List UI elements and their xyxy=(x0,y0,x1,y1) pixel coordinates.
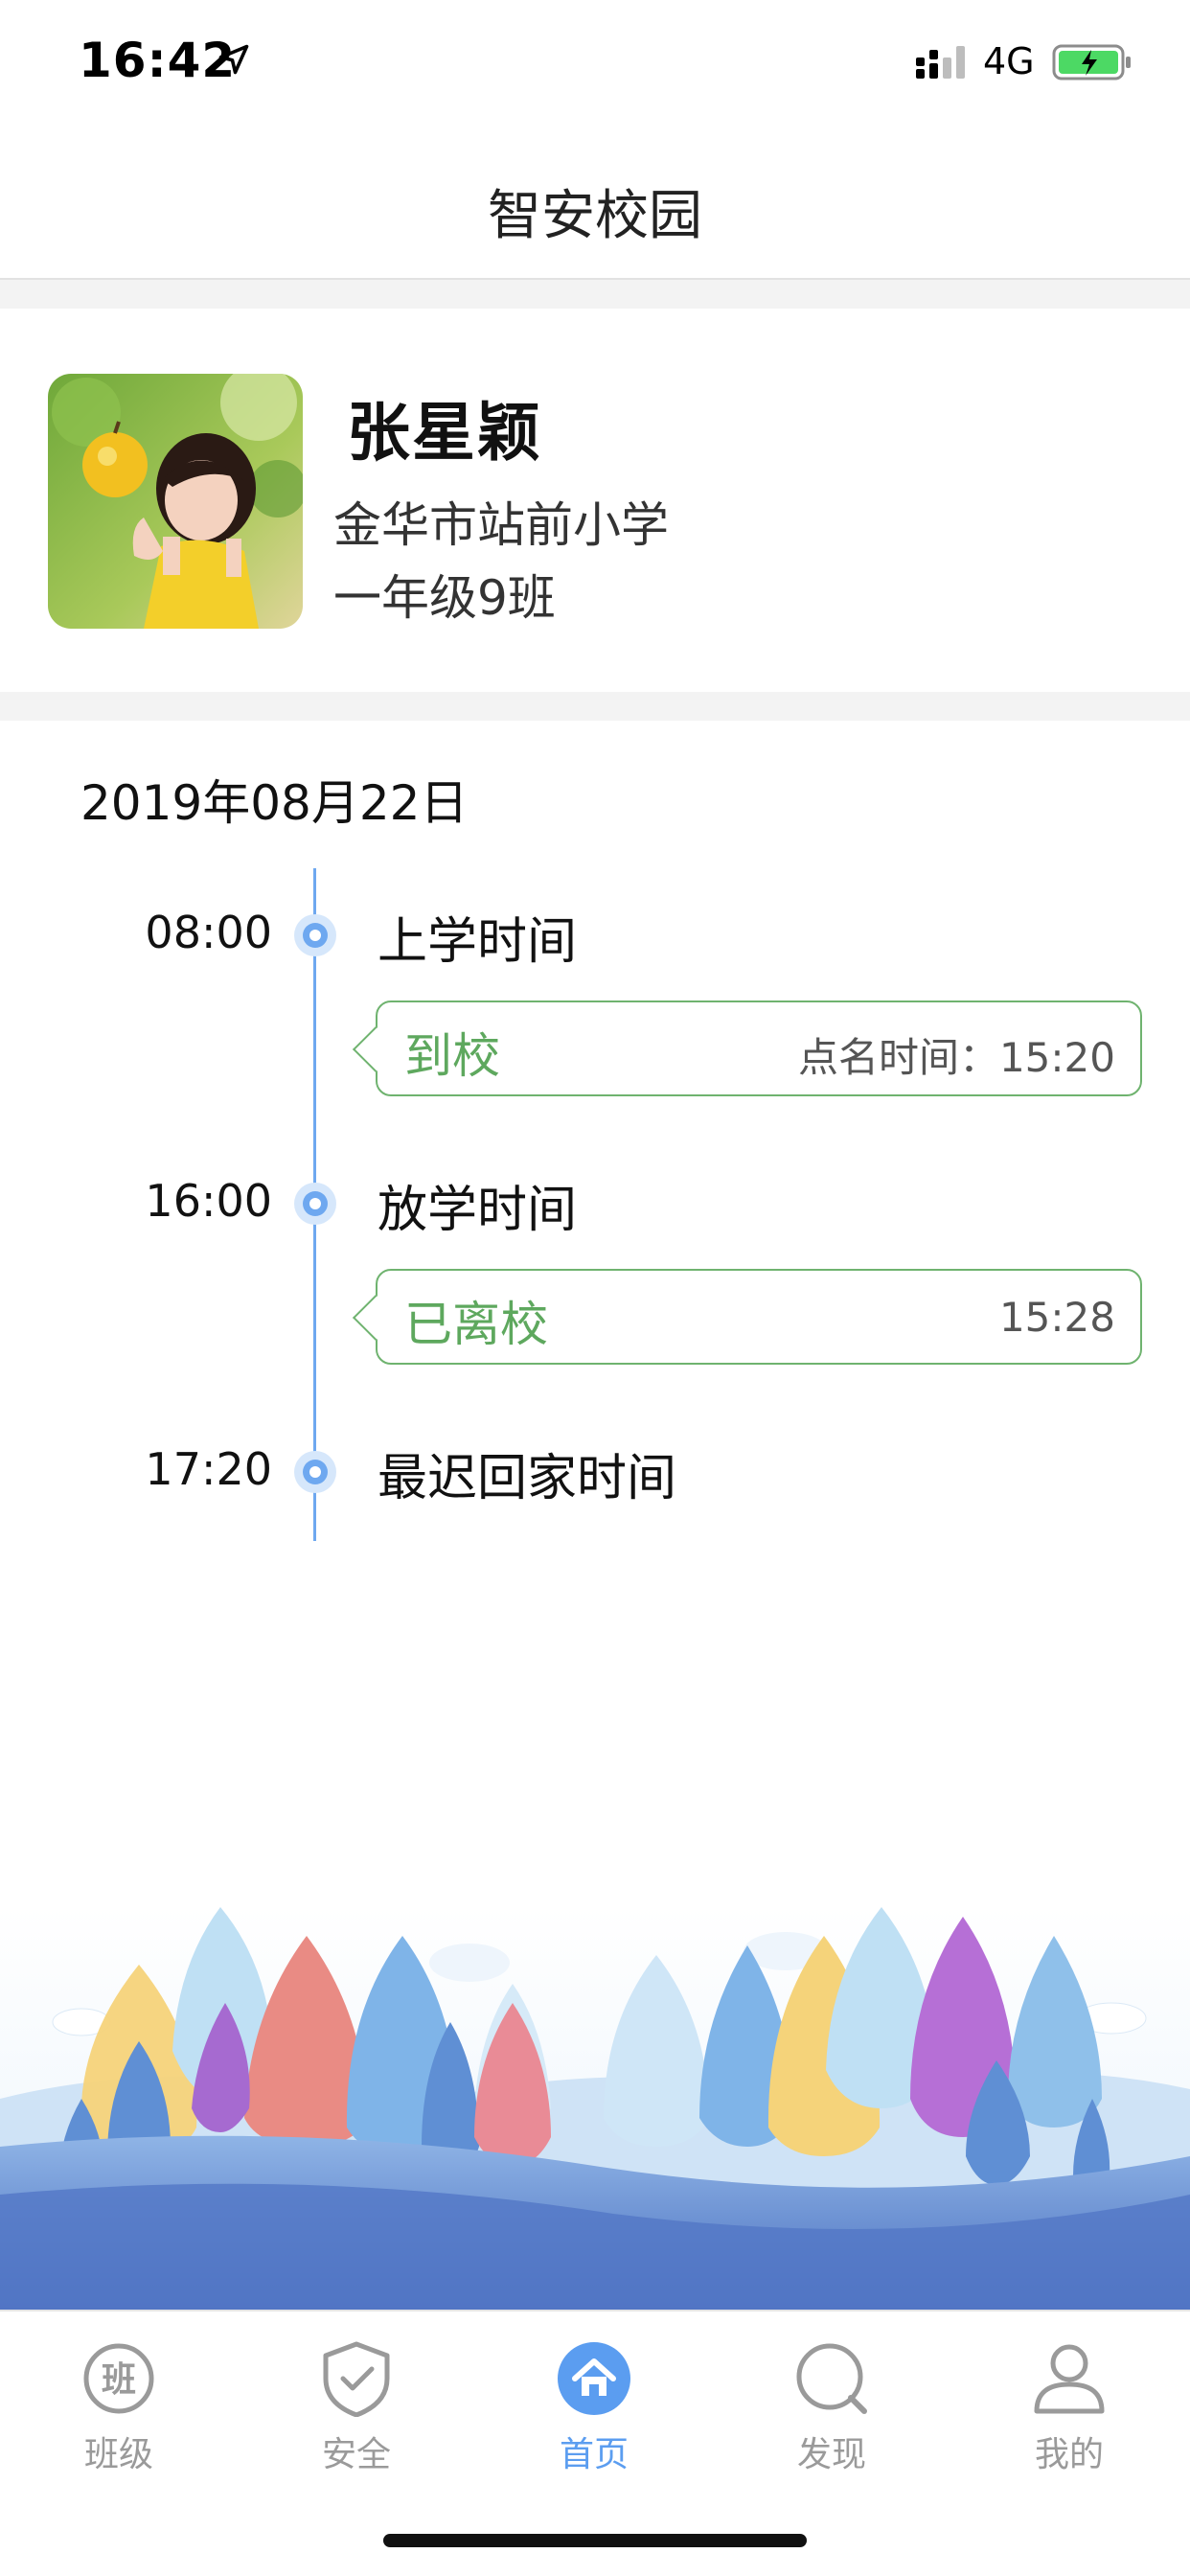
timeline-time: 16:00 xyxy=(145,1175,272,1227)
profile-icon xyxy=(1034,2344,1105,2414)
tab-mine[interactable]: 我的 xyxy=(973,2331,1165,2484)
tab-label: 发现 xyxy=(796,2435,866,2474)
discover-icon xyxy=(796,2343,867,2414)
student-name: 张星颖 xyxy=(347,396,542,470)
timeline-time: 08:00 xyxy=(145,907,272,958)
tab-discover[interactable]: 发现 xyxy=(736,2331,927,2484)
status-bar: 16:42 4G xyxy=(0,0,1190,126)
shield-check-icon xyxy=(323,2341,390,2417)
tab-label: 首页 xyxy=(559,2435,629,2474)
timeline-dot-icon xyxy=(294,1451,336,1493)
class-name: 一年级9班 xyxy=(333,570,556,626)
timeline-time: 17:20 xyxy=(145,1443,272,1495)
status-time: 16:42 xyxy=(79,33,237,88)
network-type: 4G xyxy=(983,40,1035,82)
attendance-date: 2019年08月22日 xyxy=(80,775,469,831)
bubble-tail xyxy=(352,1294,400,1342)
timeline-label: 上学时间 xyxy=(378,913,578,971)
section-gap xyxy=(0,280,1190,309)
tab-label: 班级 xyxy=(83,2435,153,2474)
timeline-label: 放学时间 xyxy=(378,1182,578,1239)
battery-charging-icon xyxy=(1052,44,1131,80)
timeline-dot-icon xyxy=(294,1183,336,1225)
status-card-departure[interactable]: 已离校 15:28 xyxy=(352,1269,1142,1365)
timeline-label: 最迟回家时间 xyxy=(378,1450,677,1507)
scenery-illustration xyxy=(0,1907,1190,2310)
status-text: 到校 xyxy=(404,1028,500,1084)
status-detail: 点名时间：15:20 xyxy=(797,1034,1115,1081)
status-detail: 15:28 xyxy=(998,1294,1115,1341)
page-title: 智安校园 xyxy=(488,185,702,247)
location-arrow-icon xyxy=(218,44,249,75)
timeline-dot-icon xyxy=(294,914,336,956)
class-icon-text: 班 xyxy=(102,2360,136,2400)
school-name: 金华市站前小学 xyxy=(333,497,669,553)
tab-label: 安全 xyxy=(321,2435,391,2474)
signal-icon xyxy=(916,46,965,79)
tab-label: 我的 xyxy=(1034,2435,1104,2474)
status-text: 已离校 xyxy=(404,1297,548,1352)
avatar-photo xyxy=(48,374,303,629)
tab-safety[interactable]: 安全 xyxy=(261,2331,452,2484)
tab-home[interactable]: 首页 xyxy=(498,2331,690,2484)
status-card-arrival[interactable]: 到校 点名时间：15:20 xyxy=(352,1000,1142,1096)
tab-class[interactable]: 班 班级 xyxy=(23,2331,215,2484)
section-gap xyxy=(0,692,1190,721)
home-icon xyxy=(558,2342,630,2415)
avatar[interactable] xyxy=(48,374,303,629)
home-indicator[interactable] xyxy=(383,2534,807,2547)
class-icon: 班 xyxy=(83,2343,154,2414)
bubble-tail xyxy=(352,1025,400,1073)
